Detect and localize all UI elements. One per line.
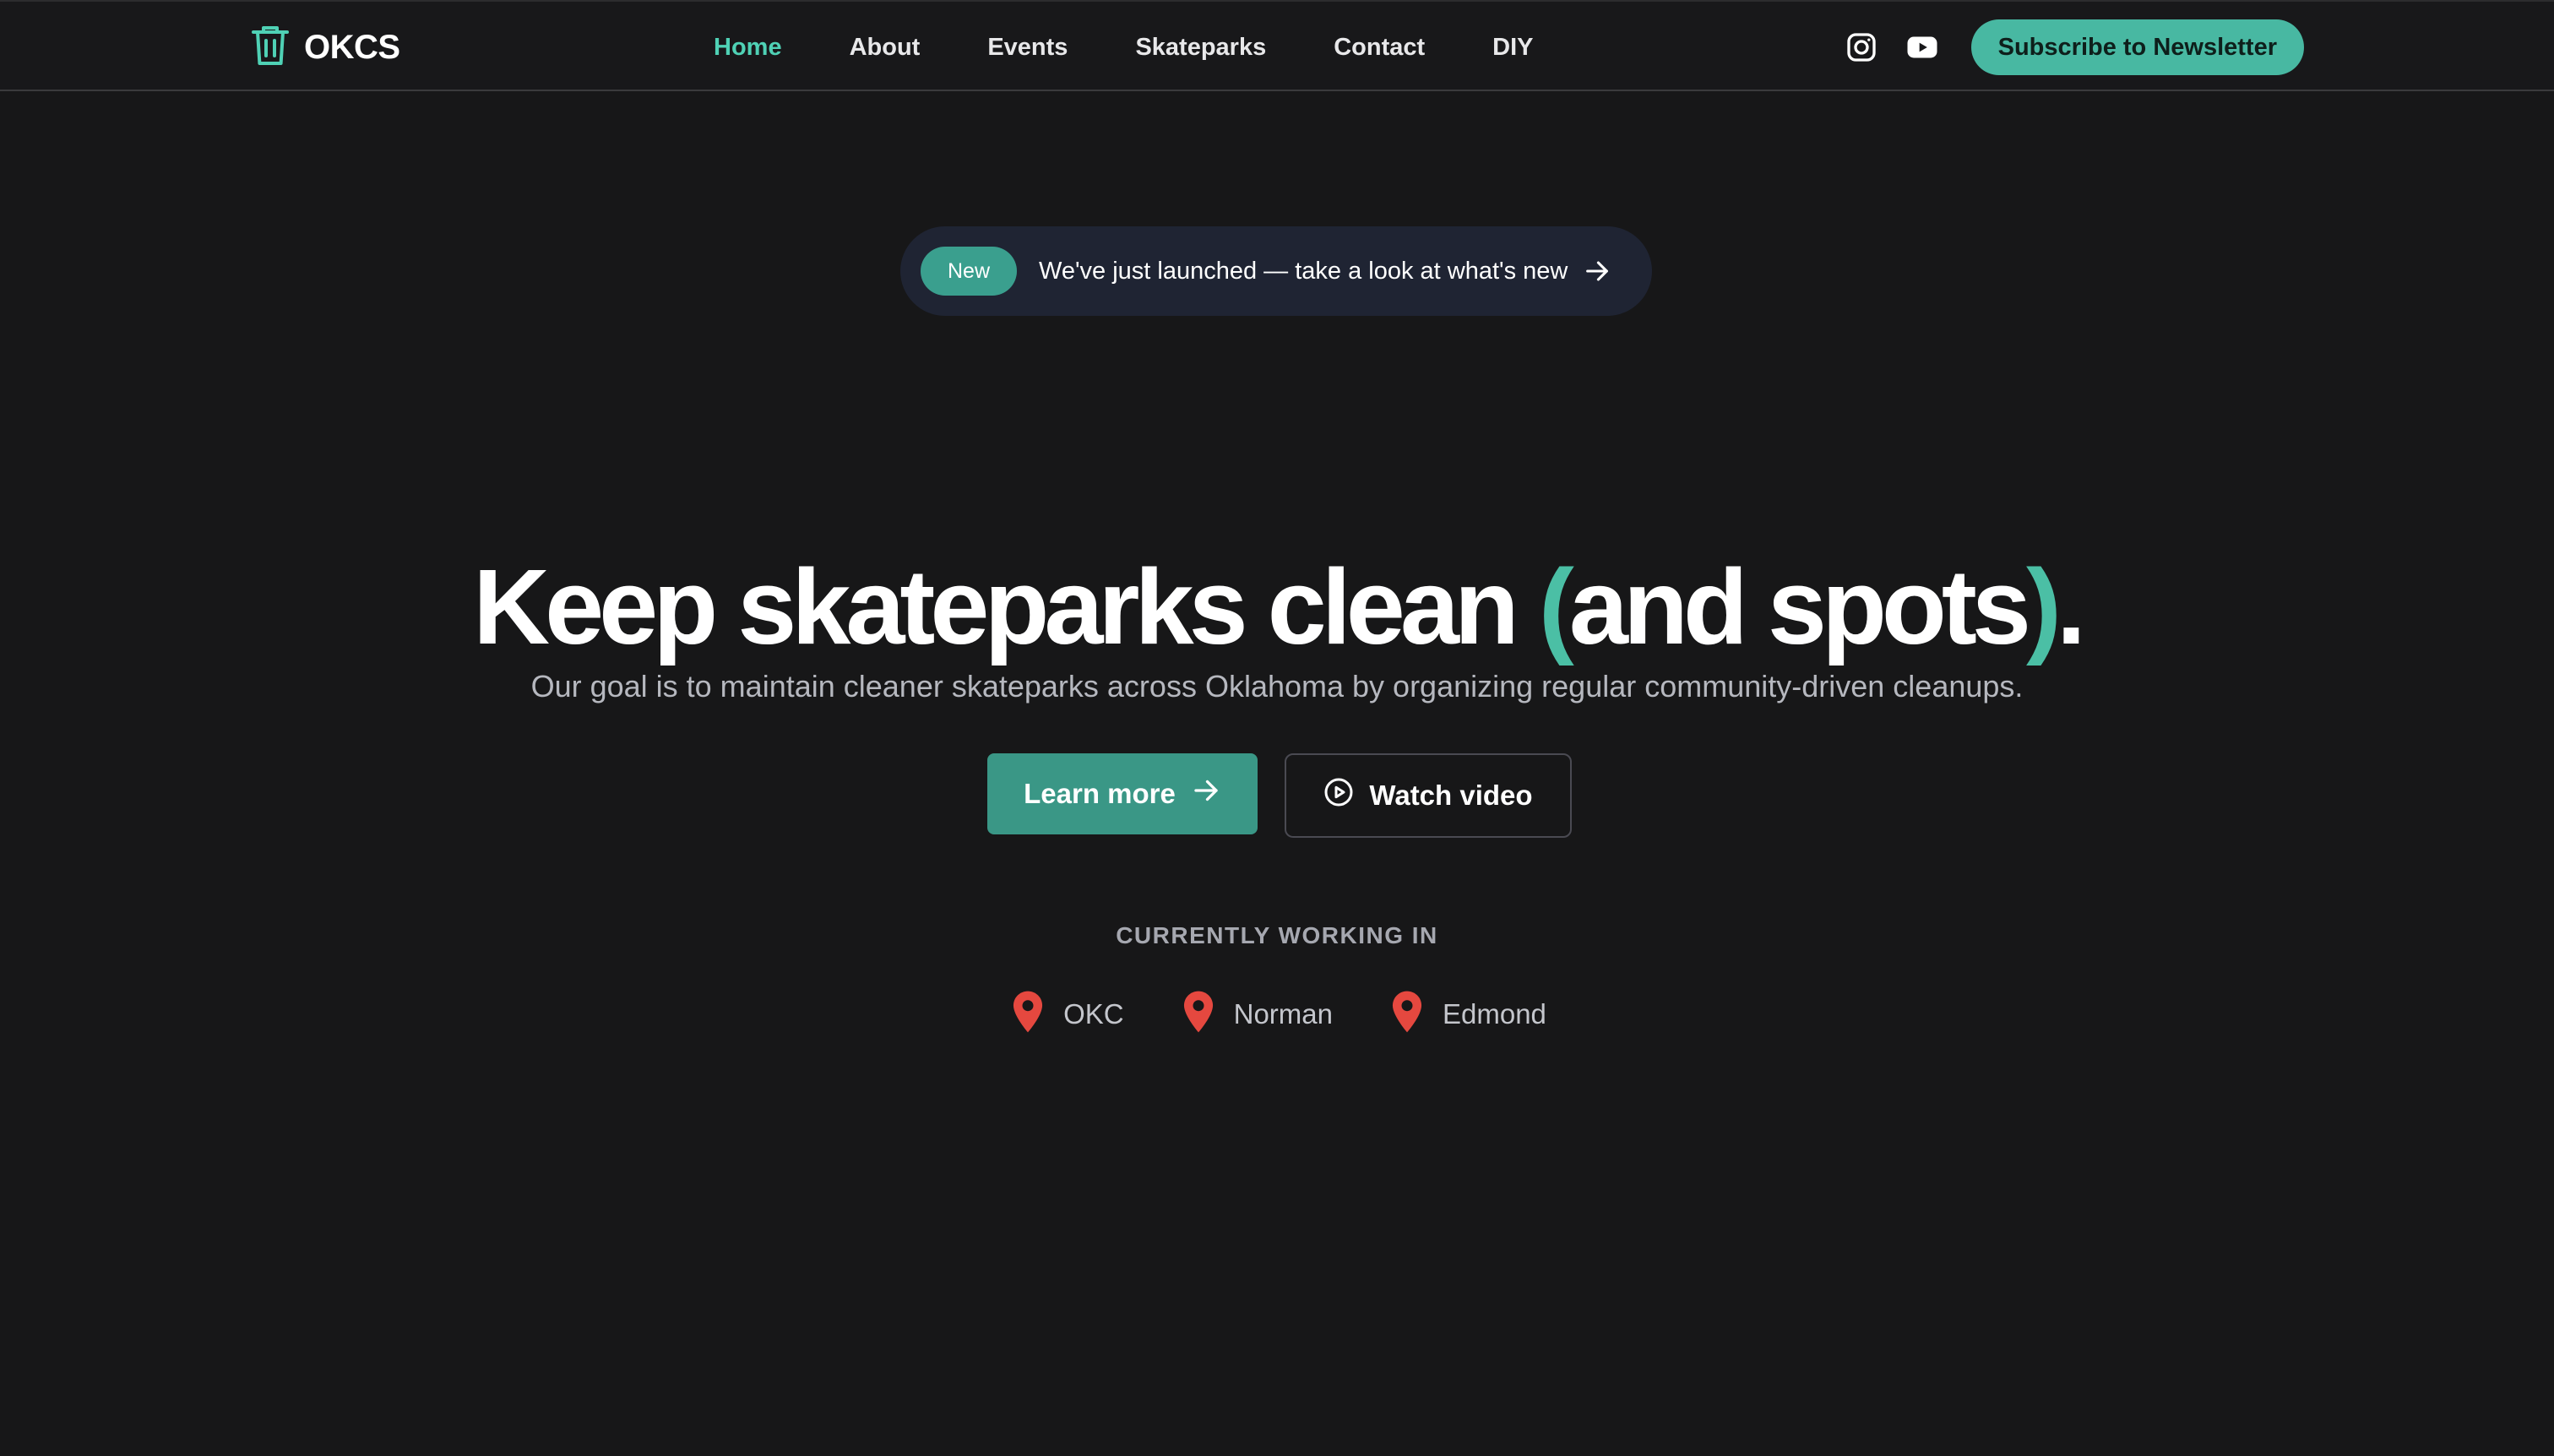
brand-name: OKCS xyxy=(304,28,400,66)
headline-main: Keep skateparks clean xyxy=(473,547,1539,667)
map-pin-icon xyxy=(1390,990,1424,1038)
location-item-norman: Norman xyxy=(1182,990,1333,1038)
main-nav: Home About Events Skateparks Contact DIY xyxy=(714,2,1601,93)
location-list: OKC Norman Edmond xyxy=(0,990,2554,1038)
headline-paren-inner: and spots xyxy=(1568,547,2031,667)
map-pin-icon xyxy=(1011,990,1045,1038)
play-circle-icon xyxy=(1323,777,1354,814)
currently-working-label: CURRENTLY WORKING IN xyxy=(1116,922,1438,948)
map-pin-icon xyxy=(1182,990,1215,1038)
nav-link-diy[interactable]: DIY xyxy=(1492,34,1533,62)
announcement-banner[interactable]: New We've just launched — take a look at… xyxy=(900,226,1652,316)
brand-logo-link[interactable]: OKCS xyxy=(250,25,400,69)
location-name: OKC xyxy=(1063,997,1124,1030)
subscribe-newsletter-button[interactable]: Subscribe to Newsletter xyxy=(1970,19,2304,75)
watch-video-button[interactable]: Watch video xyxy=(1285,753,1572,838)
nav-actions: Subscribe to Newsletter xyxy=(1841,2,2304,93)
hero-headline: Keep skateparks clean (and spots). xyxy=(0,544,2554,671)
new-badge: New xyxy=(921,247,1018,296)
trash-can-icon xyxy=(250,24,291,72)
location-name: Edmond xyxy=(1442,997,1546,1030)
headline-paren-open: ( xyxy=(1538,547,1574,667)
headline-end: . xyxy=(2056,547,2086,667)
youtube-icon[interactable] xyxy=(1902,27,1943,68)
hero-subtitle: Our goal is to maintain cleaner skatepar… xyxy=(530,669,2024,704)
nav-link-about[interactable]: About xyxy=(850,34,921,62)
learn-more-button[interactable]: Learn more xyxy=(987,753,1258,834)
location-item-okc: OKC xyxy=(1011,990,1124,1038)
headline-paren-close: ) xyxy=(2025,547,2062,667)
learn-more-label: Learn more xyxy=(1024,778,1176,809)
nav-link-skateparks[interactable]: Skateparks xyxy=(1135,34,1266,62)
location-item-edmond: Edmond xyxy=(1390,990,1546,1038)
watch-video-label: Watch video xyxy=(1369,780,1533,811)
instagram-icon[interactable] xyxy=(1841,27,1882,68)
announcement-text: We've just launched — take a look at wha… xyxy=(1039,257,1568,285)
arrow-right-icon xyxy=(1583,257,1611,285)
cta-buttons: Learn more Watch video xyxy=(0,753,2554,838)
location-name: Norman xyxy=(1233,997,1333,1030)
nav-link-contact[interactable]: Contact xyxy=(1334,34,1425,62)
top-navigation: OKCS Home About Events Skateparks Contac… xyxy=(0,0,2554,91)
nav-link-events[interactable]: Events xyxy=(987,34,1068,62)
nav-link-home[interactable]: Home xyxy=(714,34,782,62)
arrow-right-icon xyxy=(1191,775,1221,812)
